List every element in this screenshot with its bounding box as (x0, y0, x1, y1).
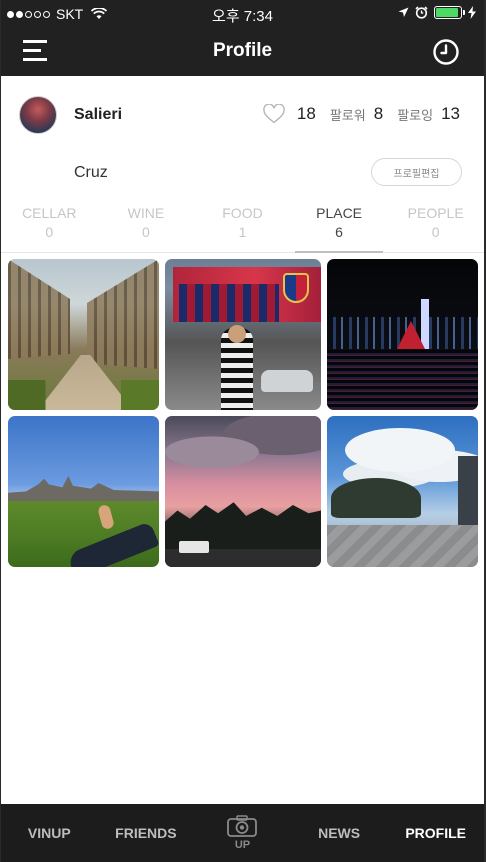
photo-grid (8, 259, 478, 567)
tab-up-label: UP (234, 839, 251, 851)
tab-wine[interactable]: WINE 0 (98, 203, 195, 252)
photo-tree-avenue[interactable] (8, 259, 159, 410)
username: Salieri (74, 106, 123, 123)
following-count[interactable]: 13 (441, 104, 460, 124)
status-right (398, 6, 476, 19)
tab-vinup[interactable]: VINUP (1, 825, 98, 841)
tab-people[interactable]: PEOPLE 0 (387, 203, 484, 252)
camera-icon (227, 815, 258, 837)
tab-up[interactable]: UP (194, 815, 291, 851)
tab-food[interactable]: FOOD 1 (194, 203, 291, 252)
likes-count[interactable]: 18 (297, 104, 316, 124)
status-bar: SKT 오후 7:34 (1, 0, 484, 28)
page-title: Profile (212, 40, 273, 61)
photo-promenade[interactable] (327, 416, 478, 567)
followers-label[interactable]: 팔로워 (330, 105, 366, 124)
app-screen: SKT 오후 7:34 Profile Salieri 18 팔로워 8 팔로잉… (1, 0, 484, 862)
top-bar: SKT 오후 7:34 Profile (1, 0, 484, 76)
photo-pink-sunset[interactable] (165, 416, 321, 567)
clock-icon[interactable] (432, 38, 460, 66)
tab-place[interactable]: PLACE 6 (291, 203, 388, 253)
bottom-tab-bar: VINUP FRIENDS UP NEWS PROFILE (1, 804, 484, 862)
category-tabs: CELLAR 0 WINE 0 FOOD 1 PLACE 6 PEOPLE 0 (1, 203, 484, 253)
tab-friends[interactable]: FRIENDS (98, 825, 195, 841)
tab-news[interactable]: NEWS (291, 825, 388, 841)
followers-count[interactable]: 8 (374, 104, 383, 124)
photo-night-skyline[interactable] (327, 259, 478, 410)
profile-header: Salieri 18 팔로워 8 팔로잉 13 Cruz 프로필편집 (1, 76, 484, 194)
following-label[interactable]: 팔로잉 (397, 105, 433, 124)
edit-profile-button[interactable]: 프로필편집 (371, 158, 462, 186)
heart-icon[interactable] (263, 104, 285, 124)
photo-city-lawn[interactable] (8, 416, 159, 567)
avatar[interactable] (19, 96, 57, 134)
photo-stadium-fcb[interactable] (165, 259, 321, 410)
alarm-icon (415, 6, 428, 19)
charging-icon (468, 6, 476, 19)
nav-bar: Profile (1, 28, 484, 76)
location-arrow-icon (398, 7, 409, 17)
real-name: Cruz (74, 164, 108, 181)
battery-icon (434, 6, 465, 19)
tab-cellar[interactable]: CELLAR 0 (1, 203, 98, 252)
tab-profile[interactable]: PROFILE (387, 825, 484, 841)
profile-stats: 18 팔로워 8 팔로잉 13 (263, 104, 460, 124)
